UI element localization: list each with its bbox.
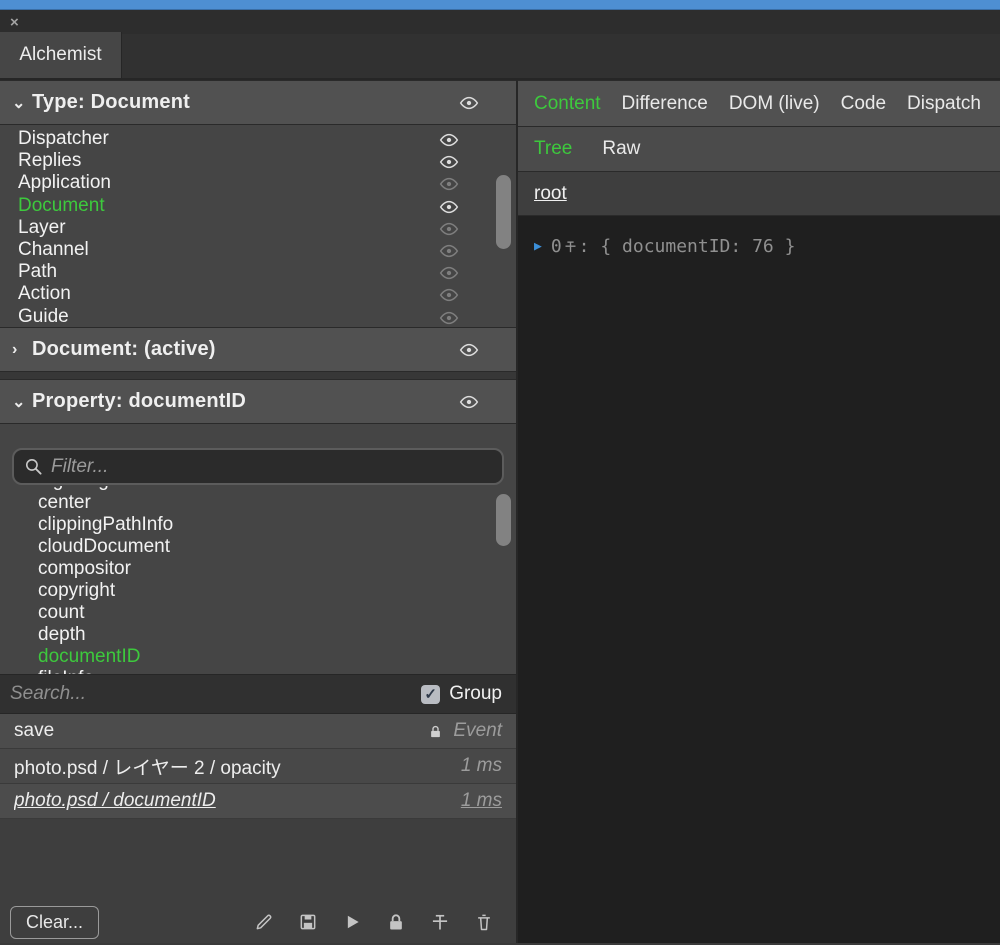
section-title: Property: documentID bbox=[32, 390, 246, 413]
right-panel: Content Difference DOM (live) Code Dispa… bbox=[516, 80, 1000, 943]
tree-content: ▶ 0 : { documentID: 76 } bbox=[518, 216, 1000, 943]
window-top-edge bbox=[0, 0, 1000, 10]
chevron-right-icon[interactable]: › bbox=[12, 341, 28, 359]
lock-icon[interactable] bbox=[385, 912, 406, 933]
property-item-selected[interactable]: documentID bbox=[0, 646, 516, 668]
subtab-raw[interactable]: Raw bbox=[602, 138, 640, 160]
chevron-down-icon[interactable]: ⌄ bbox=[12, 392, 28, 412]
section-header-document[interactable]: › Document: (active) bbox=[0, 327, 516, 372]
eye-icon[interactable] bbox=[438, 196, 460, 218]
property-item[interactable]: fileInfo bbox=[0, 668, 516, 674]
eye-icon[interactable] bbox=[458, 92, 480, 114]
log-meta: 1 ms bbox=[461, 755, 502, 777]
filter-field[interactable] bbox=[12, 448, 504, 485]
eye-icon[interactable] bbox=[438, 151, 460, 173]
close-icon[interactable]: × bbox=[10, 15, 19, 30]
section-header-property[interactable]: ⌄ Property: documentID bbox=[0, 379, 516, 424]
eye-icon[interactable] bbox=[438, 129, 460, 151]
property-item[interactable]: clippingPathInfo bbox=[0, 514, 516, 536]
log-row-opacity[interactable]: photo.psd / レイヤー 2 / opacity 1 ms bbox=[0, 749, 516, 784]
section-header-type[interactable]: ⌄ Type: Document bbox=[0, 80, 516, 125]
chevron-down-icon[interactable]: ⌄ bbox=[12, 93, 28, 113]
property-list: bigNudgeV center clippingPathInfo cloudD… bbox=[0, 486, 516, 674]
type-list: Dispatcher Replies Application Document … bbox=[0, 125, 516, 327]
eye-icon[interactable] bbox=[458, 339, 480, 361]
type-item-channel[interactable]: Channel bbox=[0, 239, 516, 261]
edit-pencil-icon[interactable] bbox=[253, 912, 274, 933]
type-item-replies[interactable]: Replies bbox=[0, 150, 516, 172]
group-checkbox[interactable]: ✓ bbox=[421, 685, 440, 704]
eye-icon[interactable] bbox=[438, 218, 460, 240]
search-row: ✓ Group bbox=[0, 674, 516, 714]
section-title: Type: Document bbox=[32, 91, 190, 114]
search-input[interactable] bbox=[10, 683, 421, 705]
eye-icon[interactable] bbox=[438, 262, 460, 284]
lock-icon bbox=[428, 724, 443, 739]
tab-code[interactable]: Code bbox=[841, 93, 886, 115]
pin-icon[interactable] bbox=[429, 912, 450, 933]
log-row-documentid-selected[interactable]: photo.psd / documentID 1 ms bbox=[0, 784, 516, 819]
eye-icon[interactable] bbox=[438, 307, 460, 328]
search-icon bbox=[24, 457, 43, 476]
property-list-scrollbar[interactable] bbox=[496, 494, 511, 546]
property-item[interactable]: count bbox=[0, 602, 516, 624]
subtab-tree[interactable]: Tree bbox=[534, 138, 572, 160]
property-item[interactable]: depth bbox=[0, 624, 516, 646]
view-subtab-bar: Tree Raw bbox=[518, 127, 1000, 172]
group-checkbox-label: Group bbox=[449, 683, 502, 705]
save-archive-icon[interactable] bbox=[297, 912, 318, 933]
property-panel: bigNudgeV center clippingPathInfo cloudD… bbox=[0, 424, 516, 674]
tab-dom-live[interactable]: DOM (live) bbox=[729, 93, 820, 115]
property-item[interactable]: center bbox=[0, 492, 516, 514]
eye-icon[interactable] bbox=[458, 391, 480, 413]
property-item[interactable]: compositor bbox=[0, 558, 516, 580]
tab-content[interactable]: Content bbox=[534, 93, 601, 115]
main-split: ⌄ Type: Document Dispatcher Replies Appl… bbox=[0, 80, 1000, 943]
log-empty-area bbox=[0, 819, 516, 901]
type-item-application[interactable]: Application bbox=[0, 172, 516, 194]
breadcrumb-root-link[interactable]: root bbox=[534, 183, 567, 205]
type-item-path[interactable]: Path bbox=[0, 261, 516, 283]
breadcrumb-row: root bbox=[518, 172, 1000, 216]
filter-input[interactable] bbox=[51, 456, 492, 478]
panel-tab-bar: Alchemist bbox=[0, 34, 1000, 80]
tree-node[interactable]: ▶ 0 : { documentID: 76 } bbox=[534, 236, 984, 257]
tab-alchemist[interactable]: Alchemist bbox=[0, 32, 122, 78]
property-item[interactable]: cloudDocument bbox=[0, 536, 516, 558]
type-item-dispatcher[interactable]: Dispatcher bbox=[0, 128, 516, 150]
log-meta: 1 ms bbox=[461, 790, 502, 812]
eye-icon[interactable] bbox=[438, 173, 460, 195]
eye-icon[interactable] bbox=[438, 240, 460, 262]
tree-node-index: 0 bbox=[551, 236, 562, 257]
type-list-scrollbar[interactable] bbox=[496, 175, 511, 249]
tab-dispatch[interactable]: Dispatch bbox=[907, 93, 981, 115]
eye-icon[interactable] bbox=[438, 284, 460, 306]
section-title: Document: (active) bbox=[32, 338, 216, 361]
log-row-save[interactable]: save Event bbox=[0, 714, 516, 749]
bottom-toolbar: Clear... bbox=[0, 901, 516, 943]
tab-difference[interactable]: Difference bbox=[622, 93, 708, 115]
type-item-action[interactable]: Action bbox=[0, 283, 516, 305]
play-icon[interactable] bbox=[341, 912, 362, 933]
type-item-document[interactable]: Document bbox=[0, 195, 516, 217]
titlebar: × bbox=[0, 10, 1000, 34]
type-item-guide[interactable]: Guide bbox=[0, 306, 516, 328]
trash-icon[interactable] bbox=[473, 912, 494, 933]
content-tab-bar: Content Difference DOM (live) Code Dispa… bbox=[518, 80, 1000, 127]
tree-node-value: : { documentID: 76 } bbox=[579, 236, 796, 257]
expand-arrow-icon[interactable]: ▶ bbox=[534, 239, 542, 254]
section-gap bbox=[0, 372, 516, 379]
log-meta: Event bbox=[453, 720, 502, 742]
clear-button[interactable]: Clear... bbox=[10, 906, 99, 939]
pin-icon[interactable] bbox=[563, 239, 578, 254]
left-panel: ⌄ Type: Document Dispatcher Replies Appl… bbox=[0, 80, 516, 943]
property-item[interactable]: copyright bbox=[0, 580, 516, 602]
type-item-layer[interactable]: Layer bbox=[0, 217, 516, 239]
